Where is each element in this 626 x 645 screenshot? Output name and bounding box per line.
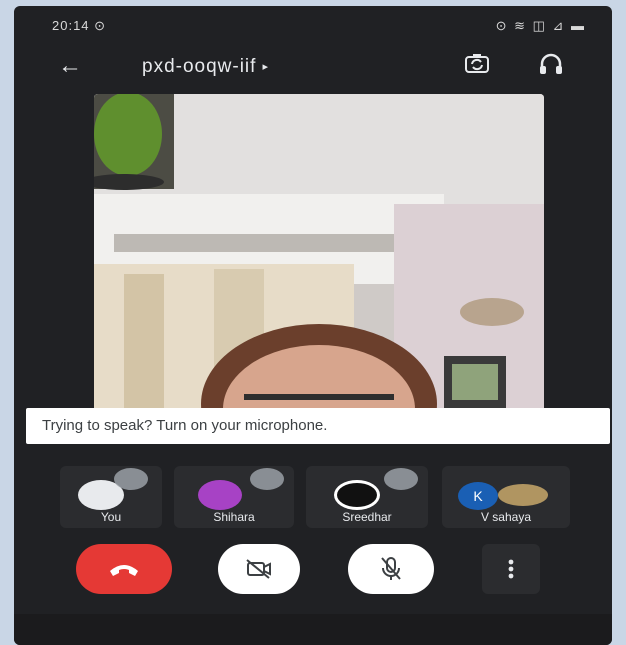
mic-off-icon (381, 557, 401, 580)
participant-strip: You Shihara Sreedhar K V sahaya (14, 466, 612, 532)
status-time: 20:14 ⊙ (52, 18, 107, 33)
phone-screen: 20:14 ⊙ ⊙ ≋ ◫ ⊿ ▬ ← pxd-ooqw-iif ▸ Tryin… (14, 6, 612, 645)
microphone-toggle-button[interactable] (348, 544, 434, 594)
more-vertical-icon (508, 559, 514, 579)
call-controls (14, 544, 612, 604)
participant-tile-you[interactable]: You (60, 466, 162, 528)
back-arrow-icon[interactable]: ← (58, 52, 82, 80)
end-call-button[interactable] (76, 544, 172, 594)
switch-camera-icon[interactable] (464, 52, 490, 76)
microphone-hint-banner: Trying to speak? Turn on your microphone… (26, 408, 610, 444)
video-feed (94, 94, 544, 419)
camera-toggle-button[interactable] (218, 544, 300, 594)
mic-muted-icon (114, 468, 148, 490)
phone-hangup-icon (110, 565, 138, 576)
participant-name: Sreedhar (342, 510, 392, 524)
mic-muted-icon (250, 468, 284, 490)
avatar (334, 480, 380, 510)
status-icons: ⊙ ≋ ◫ ⊿ ▬ (495, 18, 586, 33)
participant-name: You (100, 510, 122, 524)
participant-tile-v-sahaya[interactable]: K V sahaya (442, 466, 570, 528)
android-nav-bar (14, 614, 612, 645)
avatar: K (458, 482, 498, 510)
status-bar: 20:14 ⊙ ⊙ ≋ ◫ ⊿ ▬ (14, 6, 612, 42)
camera-off-icon (246, 559, 271, 579)
avatar (198, 480, 242, 510)
participant-tile-sreedhar[interactable]: Sreedhar (306, 466, 428, 528)
meeting-code[interactable]: pxd-ooqw-iif ▸ (142, 56, 269, 78)
mic-muted-icon (384, 468, 418, 490)
meeting-header: ← pxd-ooqw-iif ▸ (14, 44, 612, 88)
caret-right-icon: ▸ (262, 61, 269, 74)
participant-tile-shihara[interactable]: Shihara (174, 466, 294, 528)
meeting-code-text: pxd-ooqw-iif (142, 56, 257, 77)
participant-name: Shihara (213, 510, 255, 524)
more-options-button[interactable] (482, 544, 540, 594)
avatar-photo (498, 484, 548, 506)
headphones-icon[interactable] (538, 52, 564, 76)
participant-name: V sahaya (480, 510, 532, 524)
